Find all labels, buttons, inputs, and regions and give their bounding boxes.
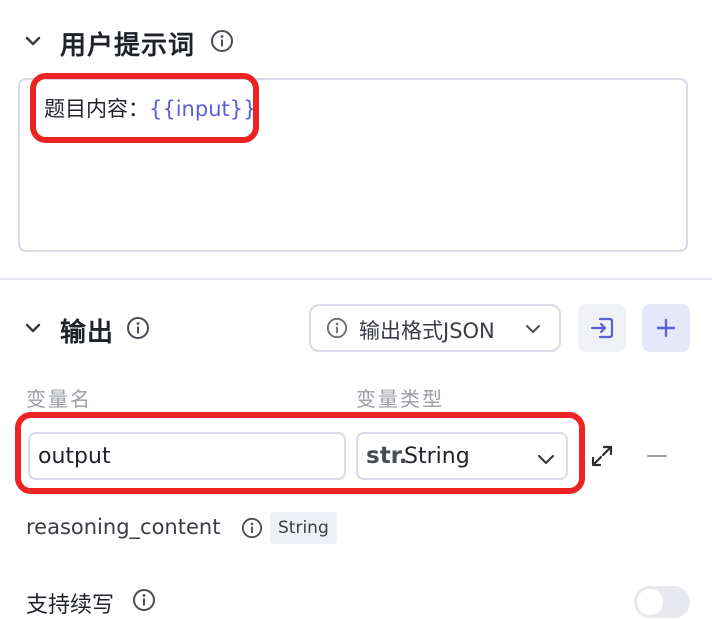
info-icon <box>326 317 348 339</box>
chevron-down-icon[interactable] <box>24 319 42 337</box>
expand-icon[interactable] <box>590 444 614 468</box>
remove-icon[interactable] <box>646 445 668 467</box>
import-icon <box>590 317 614 339</box>
streaming-label: 支持续写 <box>26 593 115 618</box>
column-header-var-name: 变量名 <box>26 387 92 411</box>
column-header-var-type: 变量类型 <box>356 387 444 411</box>
info-icon[interactable] <box>241 517 263 539</box>
type-tag: String <box>270 512 337 544</box>
toggle-knob <box>637 589 663 615</box>
prompt-section-title: 用户提示词 <box>60 31 196 61</box>
reasoning-content-label: reasoning_content <box>26 515 221 539</box>
plus-icon <box>656 318 676 338</box>
info-icon[interactable] <box>132 588 156 612</box>
info-icon[interactable] <box>126 316 150 340</box>
add-output-button[interactable] <box>642 304 690 352</box>
import-button[interactable] <box>578 304 626 352</box>
output-format-label: 输出格式JSON <box>359 319 495 343</box>
info-icon[interactable] <box>210 29 234 53</box>
highlight-annotation-prompt <box>30 73 259 143</box>
chevron-down-icon <box>526 325 540 333</box>
chevron-down-icon[interactable] <box>24 32 42 50</box>
section-divider <box>0 278 712 280</box>
highlight-annotation-output <box>15 412 585 494</box>
output-section-title: 输出 <box>60 318 115 348</box>
